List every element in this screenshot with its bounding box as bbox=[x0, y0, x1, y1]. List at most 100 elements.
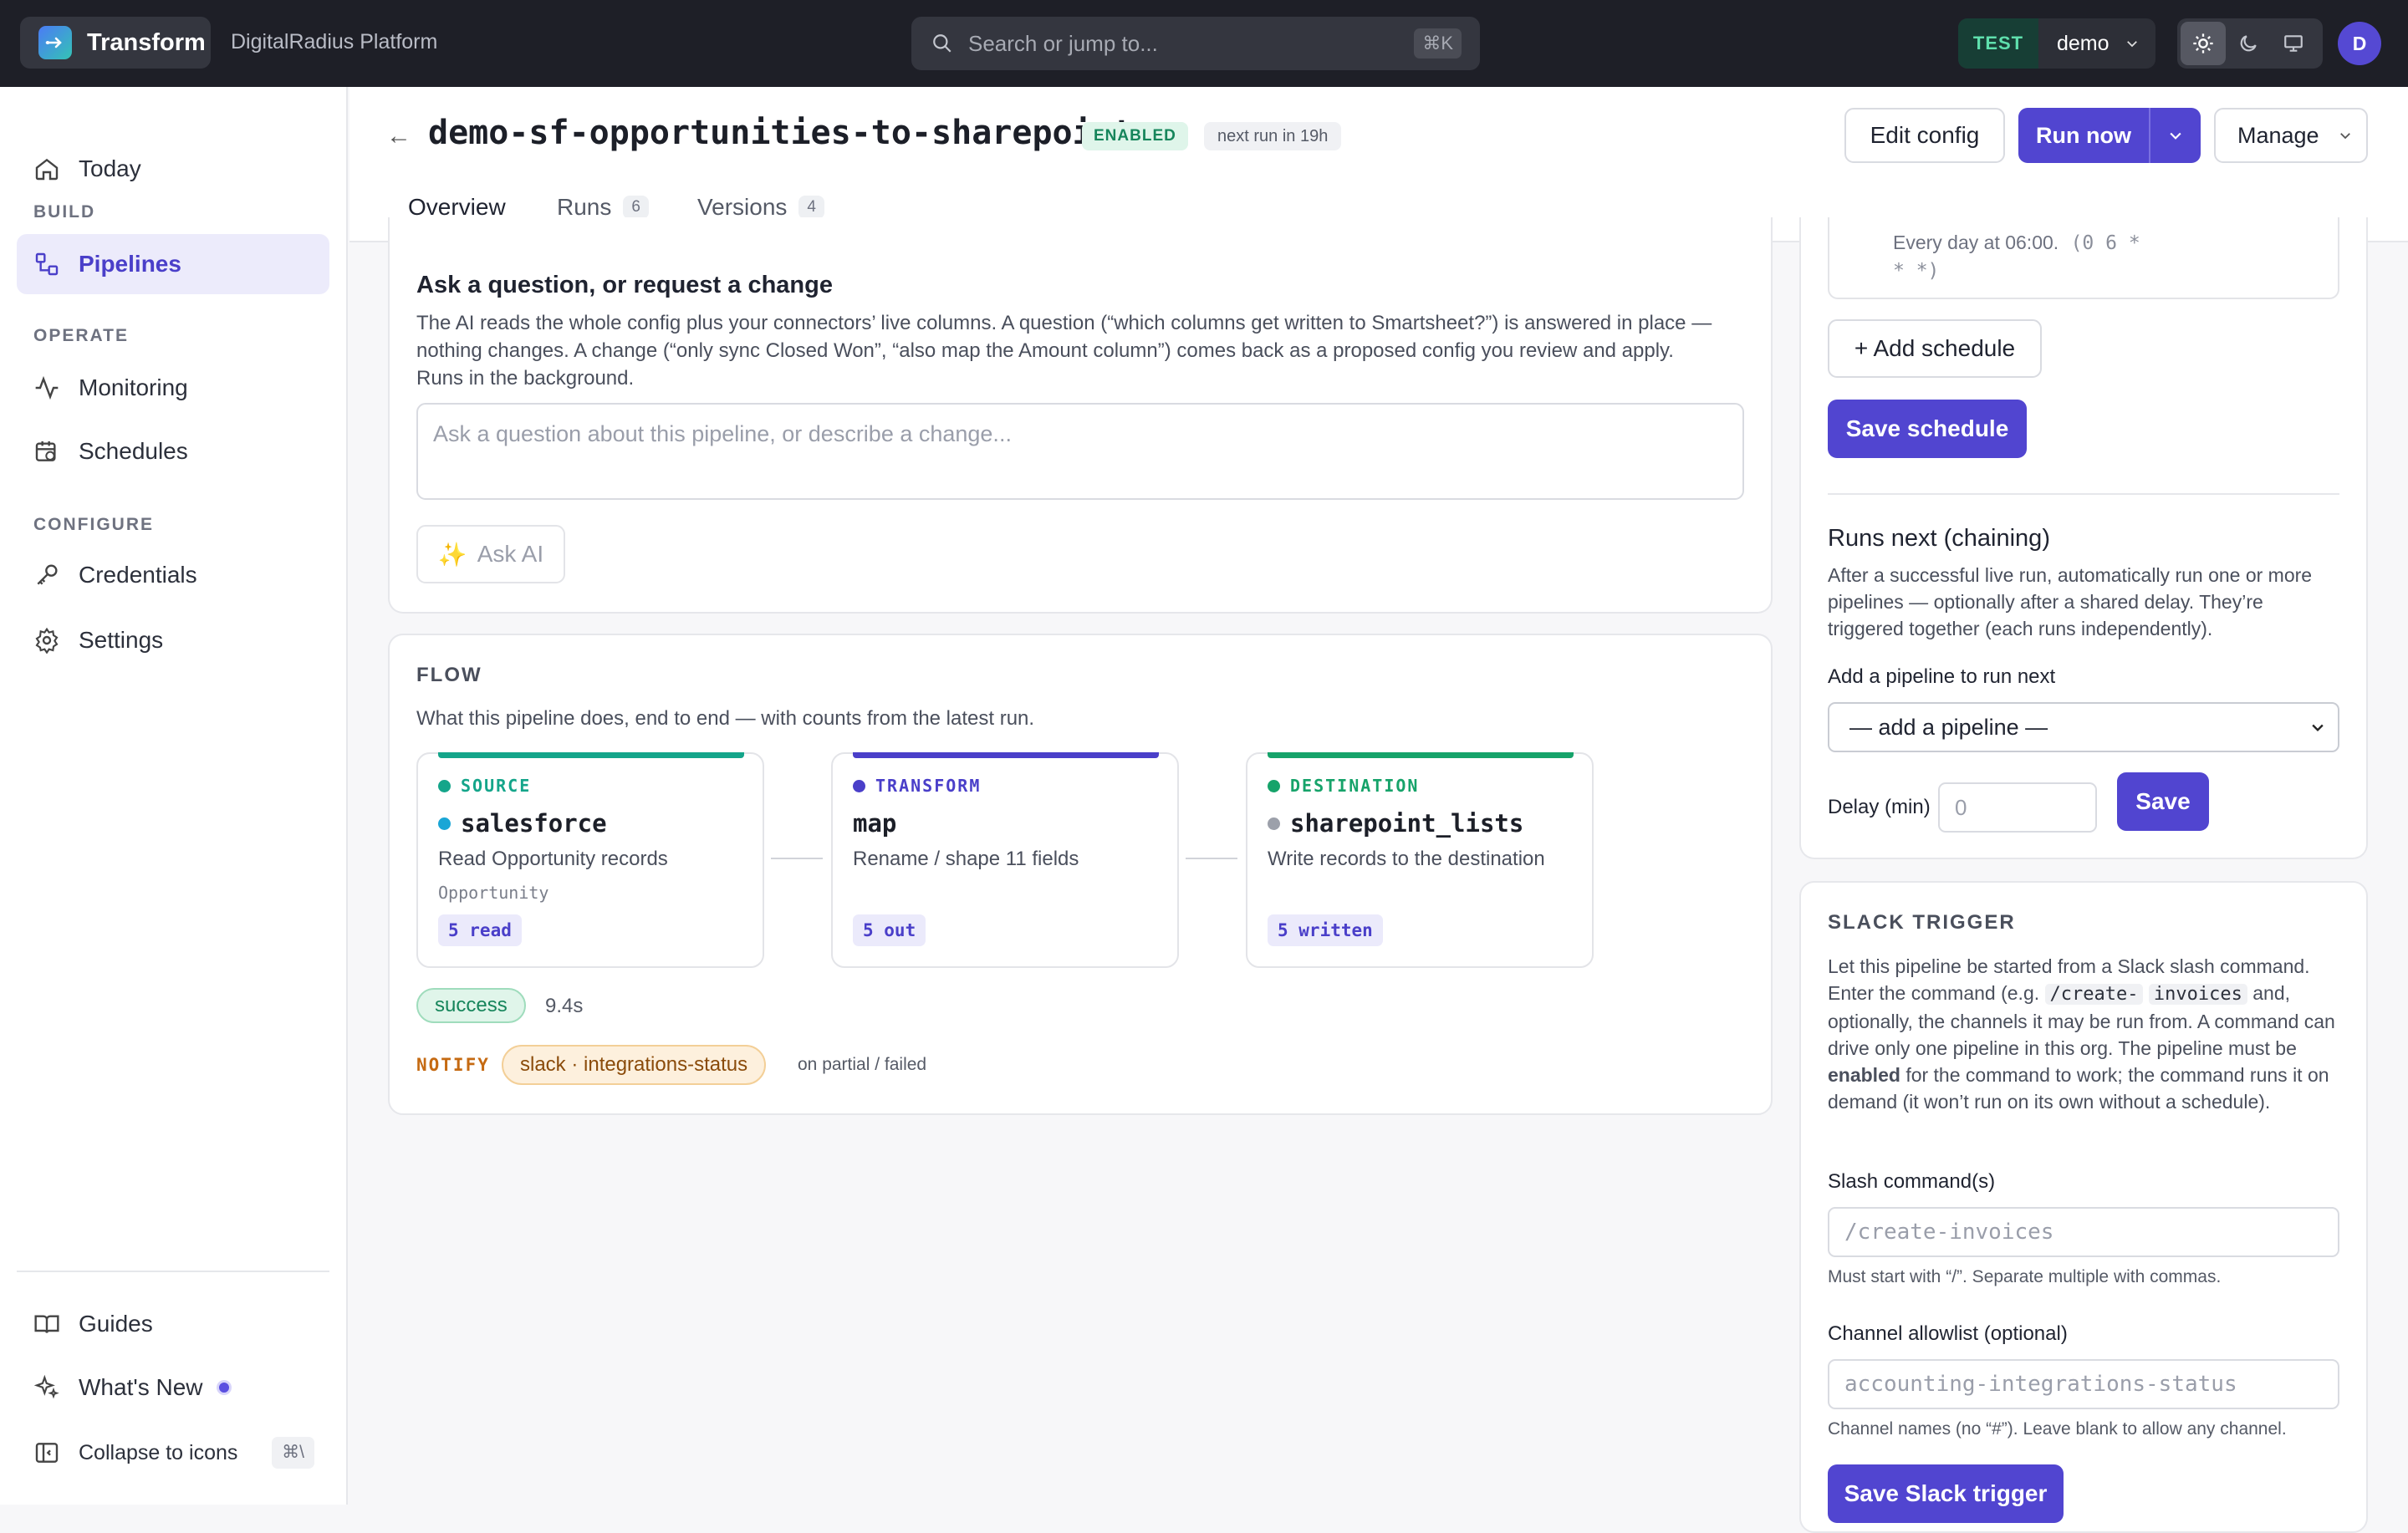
chain-pipeline-select[interactable]: — add a pipeline — bbox=[1828, 702, 2339, 752]
chevron-down-icon bbox=[2312, 724, 2324, 731]
schedule-description: Every day at 06:00. bbox=[1893, 232, 2059, 253]
node-name: map bbox=[853, 809, 896, 838]
nav-section-build: BUILD bbox=[33, 202, 96, 222]
theme-switcher bbox=[2177, 18, 2323, 69]
slack-trigger-description: Let this pipeline be started from a Slac… bbox=[1828, 953, 2339, 1115]
node-object: Opportunity bbox=[438, 883, 549, 903]
channel-allowlist-input[interactable]: accounting-integrations-status bbox=[1828, 1359, 2339, 1409]
pipeline-icon bbox=[35, 252, 59, 276]
sidebar-item-label: Settings bbox=[79, 627, 164, 653]
sidebar-item-credentials[interactable]: Credentials bbox=[17, 545, 329, 605]
edit-config-button[interactable]: Edit config bbox=[1844, 108, 2005, 163]
sidebar-item-monitoring[interactable]: Monitoring bbox=[17, 358, 329, 418]
system-mode-button[interactable] bbox=[2271, 22, 2316, 65]
flow-node-transform[interactable]: TRANSFORM map Rename / shape 11 fields 5… bbox=[831, 752, 1179, 968]
env-badge: TEST bbox=[1958, 18, 2038, 69]
ask-ai-input[interactable]: Ask a question about this pipeline, or d… bbox=[416, 403, 1744, 500]
desc-code: /create- bbox=[2044, 984, 2144, 1005]
sidebar-item-label: Credentials bbox=[79, 562, 197, 588]
desc-code: invoices bbox=[2148, 984, 2247, 1005]
flow-node-destination[interactable]: DESTINATION sharepoint_lists Write recor… bbox=[1246, 752, 1594, 968]
search-icon bbox=[933, 34, 951, 53]
run-now-split-button: Run now bbox=[2018, 108, 2201, 163]
chevron-down-icon bbox=[2339, 133, 2350, 140]
notify-target-pill: slack · integrations-status bbox=[502, 1045, 767, 1085]
sidebar-item-label: Today bbox=[79, 155, 141, 181]
platform-name: DigitalRadius Platform bbox=[231, 30, 438, 53]
nav-section-configure: CONFIGURE bbox=[33, 515, 154, 534]
node-kind-dot bbox=[438, 779, 451, 792]
flow-node-source[interactable]: SOURCE salesforce Read Opportunity recor… bbox=[416, 752, 764, 968]
sidebar-divider bbox=[17, 1271, 329, 1272]
add-schedule-button[interactable]: + Add schedule bbox=[1828, 319, 2042, 378]
connector-status-dot bbox=[438, 817, 451, 830]
calendar-clock-icon bbox=[35, 441, 56, 461]
book-icon bbox=[34, 1315, 59, 1333]
node-name-label: sharepoint_lists bbox=[1290, 809, 1524, 838]
node-description: Write records to the destination bbox=[1268, 848, 1545, 870]
ask-ai-button[interactable]: ✨ Ask AI bbox=[416, 525, 565, 583]
back-button[interactable]: ← bbox=[386, 122, 411, 150]
node-kind-dot bbox=[853, 779, 865, 792]
sidebar-item-schedules[interactable]: Schedules bbox=[17, 421, 329, 481]
node-description: Read Opportunity records bbox=[438, 848, 668, 870]
chevron-down-icon bbox=[2170, 132, 2181, 140]
save-slack-trigger-button[interactable]: Save Slack trigger bbox=[1828, 1464, 2064, 1523]
run-options-dropdown[interactable] bbox=[2149, 108, 2201, 163]
manage-button[interactable]: Manage bbox=[2214, 108, 2368, 163]
status-badge: ENABLED bbox=[1082, 122, 1188, 150]
moon-icon bbox=[2240, 35, 2257, 52]
sparkle-icon: ✨ bbox=[437, 541, 467, 568]
sidebar-item-label: What's New bbox=[79, 1374, 203, 1400]
save-schedule-button[interactable]: Save schedule bbox=[1828, 400, 2027, 458]
run-now-button[interactable]: Run now bbox=[2018, 123, 2149, 149]
node-kind: DESTINATION bbox=[1268, 776, 1419, 796]
sidebar-item-label: Pipelines bbox=[79, 251, 181, 277]
gear-icon bbox=[35, 627, 59, 654]
avatar[interactable]: D bbox=[2338, 22, 2381, 65]
slash-command-input[interactable]: /create-invoices bbox=[1828, 1207, 2339, 1257]
home-icon bbox=[35, 158, 59, 181]
desc-text: for the command to work; the command run… bbox=[1828, 1064, 2329, 1113]
panel-left-icon bbox=[35, 1443, 59, 1463]
brand-button[interactable]: Transform bbox=[20, 17, 211, 69]
chaining-heading: Runs next (chaining) bbox=[1828, 525, 2050, 552]
new-indicator-dot bbox=[216, 1380, 232, 1395]
collapse-sidebar-button[interactable]: Collapse to icons ⌘\ bbox=[17, 1423, 329, 1483]
delay-input[interactable]: 0 bbox=[1938, 782, 2097, 833]
dark-mode-button[interactable] bbox=[2226, 22, 2271, 65]
search-input[interactable]: Search or jump to... ⌘K bbox=[911, 17, 1480, 70]
channel-allowlist-label: Channel allowlist (optional) bbox=[1828, 1322, 2068, 1345]
delay-label: Delay (min) bbox=[1828, 796, 1931, 818]
node-count: 5 read bbox=[438, 914, 522, 946]
node-kind-label: DESTINATION bbox=[1290, 776, 1420, 796]
notify-label: NOTIFY bbox=[416, 1055, 490, 1075]
chaining-add-label: Add a pipeline to run next bbox=[1828, 665, 2056, 688]
node-description: Rename / shape 11 fields bbox=[853, 848, 1079, 870]
sidebar-item-label: Guides bbox=[79, 1311, 153, 1337]
sidebar-item-settings[interactable]: Settings bbox=[17, 610, 329, 670]
sidebar-item-pipelines[interactable]: Pipelines bbox=[17, 234, 329, 294]
flow-heading: FLOW bbox=[416, 664, 482, 686]
schedule-cron: (0 6 * bbox=[2070, 232, 2140, 254]
node-count: 5 out bbox=[853, 914, 926, 946]
ask-ai-heading: Ask a question, or request a change bbox=[416, 272, 833, 298]
sidebar-item-whats-new[interactable]: What's New bbox=[17, 1357, 329, 1418]
section-divider bbox=[1828, 493, 2339, 495]
save-chaining-button[interactable]: Save bbox=[2117, 772, 2209, 831]
sidebar-item-today[interactable]: Today bbox=[17, 139, 329, 199]
node-accent-bar bbox=[853, 752, 1159, 758]
environment-switcher[interactable]: TEST demo bbox=[1958, 18, 2155, 69]
node-kind-dot bbox=[1268, 779, 1280, 792]
node-kind: TRANSFORM bbox=[853, 776, 981, 796]
sidebar-item-label: Monitoring bbox=[79, 374, 188, 400]
sidebar-item-guides[interactable]: Guides bbox=[17, 1294, 329, 1354]
flow-arrow bbox=[771, 858, 823, 859]
select-value: — add a pipeline — bbox=[1849, 714, 2048, 740]
notify-condition: on partial / failed bbox=[798, 1055, 927, 1074]
node-kind-label: TRANSFORM bbox=[875, 776, 982, 796]
chevron-down-icon bbox=[2126, 41, 2137, 48]
light-mode-button[interactable] bbox=[2181, 22, 2226, 65]
channel-allowlist-help: Channel names (no “#”). Leave blank to a… bbox=[1828, 1419, 2287, 1439]
sidebar: Today BUILD Pipelines OPERATE Monitoring… bbox=[0, 87, 348, 1505]
